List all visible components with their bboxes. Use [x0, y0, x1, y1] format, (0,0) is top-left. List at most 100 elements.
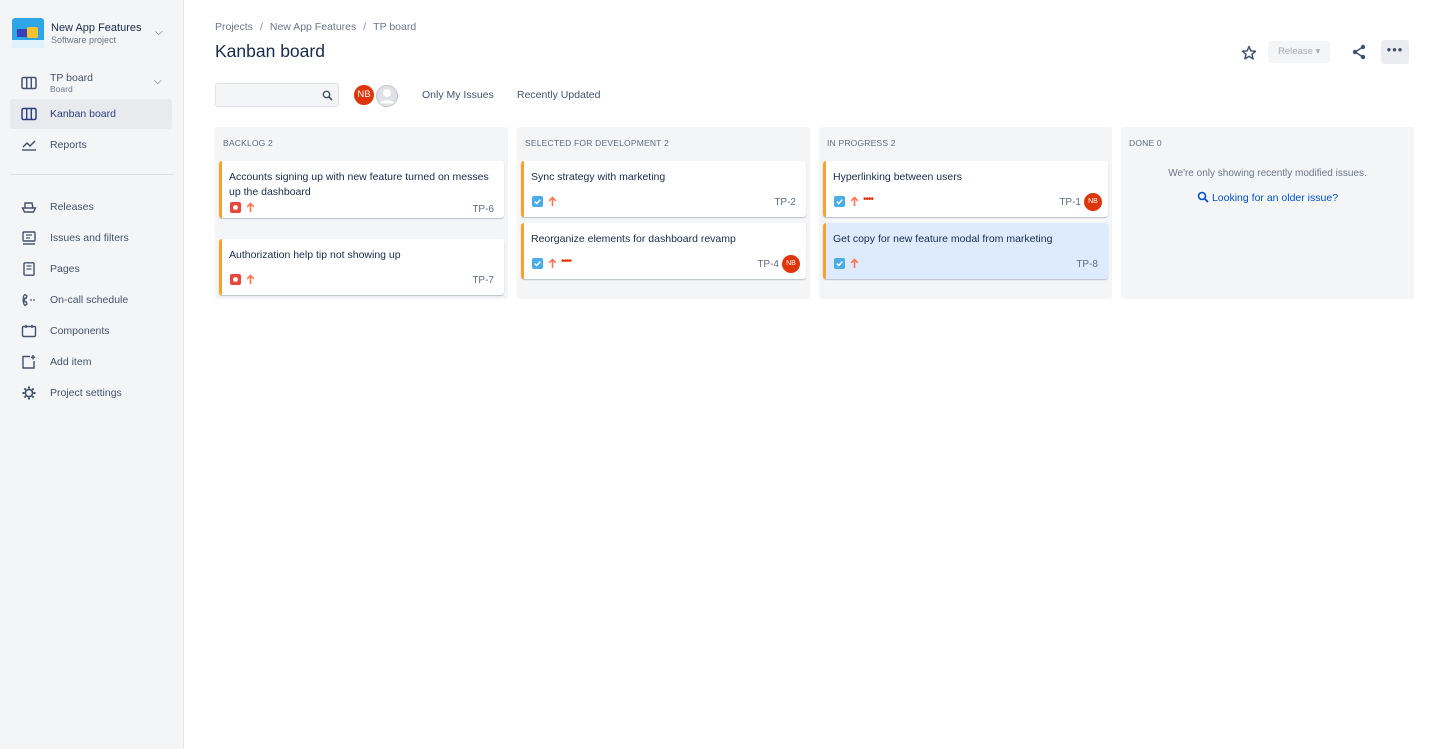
column-title: In Progress 2: [827, 138, 896, 148]
issue-summary: Reorganize elements for dashboard revamp: [531, 233, 736, 245]
only-my-issues-filter[interactable]: Only My Issues: [422, 89, 494, 101]
sidebar-item-label: Pages: [50, 263, 80, 275]
issue-card-tp-2[interactable]: Sync strategy with marketing TP-2: [521, 161, 806, 217]
issue-card-tp-6[interactable]: Accounts signing up with new feature tur…: [219, 161, 504, 218]
flag-dots: ••••: [863, 194, 874, 205]
issue-key[interactable]: TP-1: [1059, 197, 1081, 208]
sidebar-item-add-item[interactable]: Add item: [10, 347, 172, 377]
search-box: [215, 83, 339, 107]
priority-high-icon: [547, 196, 558, 207]
kanban-icon: [21, 107, 37, 121]
sidebar-item-label: Issues and filters: [50, 232, 129, 244]
issue-summary: Get copy for new feature modal from mark…: [833, 233, 1053, 245]
breadcrumb-project[interactable]: New App Features: [270, 21, 356, 33]
issue-key[interactable]: TP-6: [472, 204, 494, 215]
sidebar-item-on-call-schedule[interactable]: On-call schedule: [10, 285, 172, 315]
sidebar-item-label: TP board: [50, 72, 93, 84]
issue-summary: Authorization help tip not showing up: [229, 249, 401, 261]
issue-card-tp-7[interactable]: Authorization help tip not showing up TP…: [219, 239, 504, 295]
priority-high-icon: [547, 258, 558, 269]
sidebar-item-label: Kanban board: [50, 108, 116, 120]
issue-key[interactable]: TP-7: [472, 275, 494, 286]
breadcrumb: Projects / New App Features / TP board: [215, 21, 416, 33]
issue-summary: Hyperlinking between users: [833, 171, 962, 183]
assignee-avatar[interactable]: NB: [1084, 193, 1102, 211]
sidebar-item-project-settings[interactable]: Project settings: [10, 378, 172, 408]
task-icon: [834, 196, 845, 207]
sidebar-item-tp-board[interactable]: TP board Board ⌵: [10, 68, 172, 98]
older-issue-link[interactable]: Looking for an older issue?: [1121, 191, 1414, 204]
column-title: Done 0: [1129, 138, 1162, 148]
issue-key[interactable]: TP-8: [1076, 259, 1098, 270]
priority-high-icon: [849, 196, 860, 207]
breadcrumb-separator: /: [363, 21, 367, 33]
sidebar: New App Features Software project ⌵ TP b…: [0, 0, 184, 749]
sidebar-item-label: Reports: [50, 139, 87, 151]
unassigned-avatar-icon[interactable]: [374, 83, 400, 109]
issue-summary: Sync strategy with marketing: [531, 171, 666, 183]
priority-high-icon: [245, 274, 256, 285]
issues-icon: [21, 231, 37, 245]
assignee-avatar[interactable]: NB: [782, 255, 800, 273]
priority-high-icon: [245, 202, 256, 213]
bug-icon: [230, 274, 241, 285]
chevron-down-icon[interactable]: ⌵: [154, 76, 162, 87]
sidebar-item-label: Components: [50, 325, 110, 337]
chevron-down-icon[interactable]: ⌵: [155, 27, 163, 38]
avatar-nb-filter[interactable]: NB: [352, 83, 376, 107]
sidebar-divider: [10, 174, 174, 175]
sidebar-item-label: Add item: [50, 356, 92, 368]
priority-high-icon: [849, 258, 860, 269]
column-title: Backlog 2: [223, 138, 273, 148]
task-icon: [834, 258, 845, 269]
component-icon: [21, 324, 37, 338]
search-icon: [1197, 191, 1209, 203]
chart-icon: [21, 138, 37, 152]
bug-icon: [230, 202, 241, 213]
breadcrumb-projects[interactable]: Projects: [215, 21, 253, 33]
sidebar-item-issues-and-filters[interactable]: Issues and filters: [10, 223, 172, 253]
recently-updated-filter[interactable]: Recently Updated: [517, 89, 600, 101]
task-icon: [532, 258, 543, 269]
sidebar-item-releases[interactable]: Releases: [10, 192, 172, 222]
column-selected-for-development: Selected for Development 2 Sync strategy…: [517, 127, 810, 299]
older-issue-link-label: Looking for an older issue?: [1211, 192, 1339, 204]
chevron-down-icon: ▾: [1315, 46, 1321, 57]
sidebar-item-pages[interactable]: Pages: [10, 254, 172, 284]
page-icon: [21, 262, 37, 276]
project-avatar: [12, 18, 44, 48]
sidebar-item-kanban-board[interactable]: Kanban board: [10, 99, 172, 129]
page-title: Kanban board: [215, 41, 325, 61]
sidebar-item-label: On-call schedule: [50, 294, 129, 306]
search-icon[interactable]: [322, 90, 333, 101]
release-label: Release: [1278, 46, 1313, 57]
ellipsis-icon: •••: [1386, 42, 1404, 57]
phone-icon: [21, 293, 37, 307]
issue-key[interactable]: TP-4: [757, 259, 779, 270]
more-options-button[interactable]: •••: [1381, 40, 1409, 64]
issue-key[interactable]: TP-2: [774, 197, 796, 208]
empty-column-message: We're only showing recently modified iss…: [1168, 168, 1367, 179]
column-backlog: Backlog 2 Accounts signing up with new f…: [215, 127, 508, 299]
share-icon[interactable]: [1350, 43, 1368, 61]
star-icon[interactable]: [1240, 44, 1258, 62]
sidebar-item-label: Releases: [50, 201, 94, 213]
search-input[interactable]: [216, 84, 316, 106]
issue-card-tp-1[interactable]: Hyperlinking between users •••• TP-1 NB: [823, 161, 1108, 217]
task-icon: [532, 196, 543, 207]
ship-icon: [21, 200, 37, 214]
sidebar-item-reports[interactable]: Reports: [10, 130, 172, 160]
breadcrumb-board[interactable]: TP board: [373, 21, 416, 33]
sidebar-item-components[interactable]: Components: [10, 316, 172, 346]
sidebar-item-sublabel: Board: [50, 84, 73, 94]
project-name: New App Features: [51, 22, 142, 34]
column-title: Selected for Development 2: [525, 138, 669, 148]
release-button[interactable]: Release ▾: [1268, 41, 1330, 63]
project-switcher[interactable]: New App Features Software project ⌵: [12, 18, 172, 50]
issue-card-tp-4[interactable]: Reorganize elements for dashboard revamp…: [521, 223, 806, 279]
column-in-progress: In Progress 2 Hyperlinking between users…: [819, 127, 1112, 299]
issue-card-tp-8[interactable]: Get copy for new feature modal from mark…: [823, 223, 1108, 279]
add-item-icon: [21, 355, 37, 369]
breadcrumb-separator: /: [259, 21, 263, 33]
board-icon: [21, 76, 37, 90]
